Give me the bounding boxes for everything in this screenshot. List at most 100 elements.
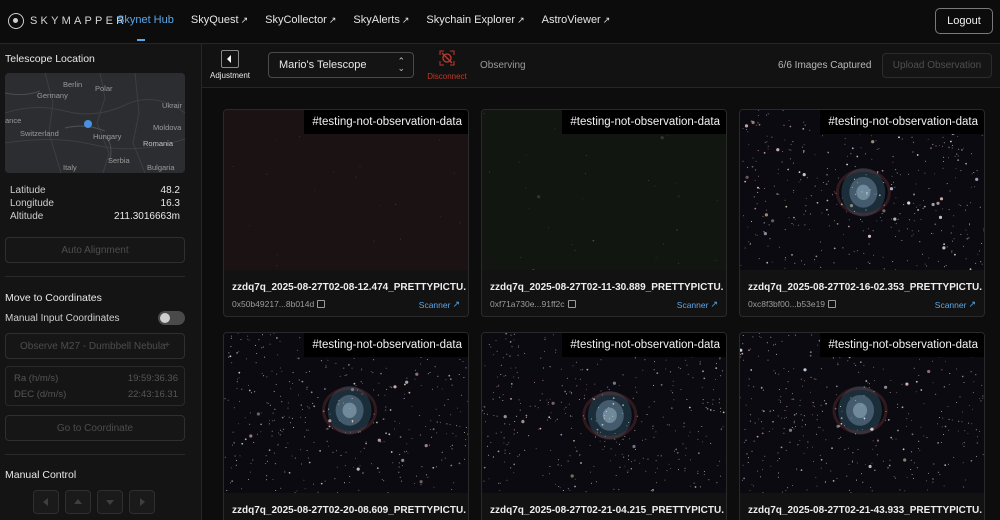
skymapper-logo[interactable]: SKYMAPPER	[8, 13, 127, 29]
observation-image[interactable]	[482, 110, 726, 270]
image-hash: 0xc8f3bf00...b53e19	[748, 299, 837, 309]
testing-tag: #testing-not-observation-data	[820, 110, 984, 134]
upload-observation-button[interactable]: Upload Observation	[882, 53, 992, 78]
image-card[interactable]: #testing-not-observation-data zzdq7q_202…	[739, 109, 985, 317]
scanner-link[interactable]: Scanner ↗	[419, 299, 460, 310]
control-bar: Adjustment Mario's Telescope ⌃ ⌄ Disconne…	[202, 44, 1000, 88]
move-down-button[interactable]	[97, 490, 123, 514]
disconnect-label: Disconnect	[427, 72, 467, 81]
observation-image[interactable]	[482, 333, 726, 493]
scanner-link[interactable]: Scanner ↗	[935, 299, 976, 310]
divider	[5, 454, 185, 455]
image-gallery: #testing-not-observation-data zzdq7q_202…	[202, 88, 1000, 520]
dec-value: 22:43:16.31	[127, 389, 178, 400]
manual-control-arrows	[33, 490, 155, 514]
arrow-left-icon	[43, 498, 48, 506]
ra-label: Ra (h/m/s)	[14, 373, 59, 384]
map-label: Switzerland	[20, 129, 59, 138]
observation-image[interactable]	[740, 333, 984, 493]
adjustment-icon	[221, 50, 239, 68]
testing-tag: #testing-not-observation-data	[304, 333, 468, 357]
copy-icon[interactable]	[567, 300, 576, 308]
manual-control-title: Manual Control	[5, 469, 77, 481]
image-filename: zzdq7q_2025-08-27T02-21-04.215_PRETTYPIC…	[490, 505, 724, 516]
image-card[interactable]: #testing-not-observation-data zzdq7q_202…	[481, 109, 727, 317]
image-card[interactable]: #testing-not-observation-data zzdq7q_202…	[481, 332, 727, 520]
altitude-label: Altitude	[10, 211, 44, 222]
image-card[interactable]: #testing-not-observation-data zzdq7q_202…	[223, 109, 469, 317]
nav-skyalerts[interactable]: SkyAlerts ↗	[353, 14, 409, 26]
images-captured-count: 6/6 Images Captured	[778, 60, 872, 71]
longitude-row: Longitude 16.3	[10, 198, 184, 209]
hash-text: 0xf71a730e...91ff2c	[490, 299, 565, 309]
nav-skycollector[interactable]: SkyCollector ↗	[265, 14, 336, 26]
map-label: ance	[5, 116, 22, 125]
longitude-label: Longitude	[10, 198, 54, 209]
observing-status: Observing	[480, 60, 526, 71]
copy-icon[interactable]	[317, 300, 326, 308]
dec-row: DEC (d/m/s) 22:43:16.31	[14, 389, 178, 400]
altitude-value: 211.3016663m	[114, 211, 180, 222]
ra-row: Ra (h/m/s) 19:59:36.36	[14, 373, 178, 384]
chevron-up-down-icon: ⌃ ⌄	[397, 56, 405, 73]
image-filename: zzdq7q_2025-08-27T02-16-02.353_PRETTYPIC…	[748, 282, 982, 293]
dec-label: DEC (d/m/s)	[14, 389, 67, 400]
move-left-button[interactable]	[33, 490, 59, 514]
go-to-coordinate-button[interactable]: Go to Coordinate	[5, 415, 185, 441]
scanner-label: Scanner	[934, 299, 967, 310]
divider	[5, 276, 185, 277]
copy-icon[interactable]	[828, 300, 837, 308]
plus-icon: +	[164, 340, 170, 351]
external-link-icon: ↗	[710, 299, 718, 309]
latitude-value: 48.2	[160, 185, 180, 196]
ra-dec-inputs[interactable]: Ra (h/m/s) 19:59:36.36 DEC (d/m/s) 22:43…	[5, 366, 185, 406]
map-label: Bulgaria	[147, 163, 175, 172]
disconnect-button[interactable]: Disconnect	[427, 50, 467, 81]
latitude-label: Latitude	[10, 185, 46, 196]
logout-button[interactable]: Logout	[935, 8, 993, 34]
testing-tag: #testing-not-observation-data	[562, 110, 726, 134]
testing-tag: #testing-not-observation-data	[304, 110, 468, 134]
logo-text: SKYMAPPER	[30, 15, 128, 27]
altitude-row: Altitude 211.3016663m	[10, 211, 184, 222]
latitude-row: Latitude 48.2	[10, 185, 184, 196]
telescope-location-title: Telescope Location	[5, 53, 95, 65]
external-link-icon: ↗	[401, 15, 410, 25]
image-filename: zzdq7q_2025-08-27T02-11-30.889_PRETTYPIC…	[490, 282, 724, 293]
map-label: Moldova	[153, 123, 182, 132]
map-label: Polar	[95, 84, 113, 93]
testing-tag: #testing-not-observation-data	[820, 333, 984, 357]
auto-alignment-button[interactable]: Auto Alignment	[5, 237, 185, 263]
disconnect-icon	[439, 50, 455, 66]
external-link-icon: ↗	[602, 15, 611, 25]
scanner-link[interactable]: Scanner ↗	[677, 299, 718, 310]
nav-skychain-explorer[interactable]: Skychain Explorer ↗	[426, 14, 524, 26]
manual-input-toggle[interactable]	[158, 311, 185, 325]
observe-target-button[interactable]: Observe M27 - Dumbbell Nebula +	[5, 333, 185, 359]
sidebar: Telescope Location Berlin Germany Polar …	[0, 44, 202, 520]
nav-skynet-hub[interactable]: Skynet Hub	[117, 14, 174, 41]
logo-icon	[8, 13, 24, 29]
arrow-right-icon	[140, 498, 145, 506]
observation-image[interactable]	[224, 333, 468, 493]
hash-text: 0x50b49217...8b014d	[232, 299, 315, 309]
hash-text: 0xc8f3bf00...b53e19	[748, 299, 826, 309]
map-label: Ukrair	[162, 101, 182, 110]
external-link-icon: ↗	[968, 299, 976, 309]
image-card[interactable]: #testing-not-observation-data zzdq7q_202…	[739, 332, 985, 520]
observation-image[interactable]	[224, 110, 468, 270]
scanner-label: Scanner	[676, 299, 709, 310]
image-card[interactable]: #testing-not-observation-data zzdq7q_202…	[223, 332, 469, 520]
move-up-button[interactable]	[65, 490, 91, 514]
observation-image[interactable]	[740, 110, 984, 270]
ra-value: 19:59:36.36	[127, 373, 178, 384]
manual-input-label: Manual Input Coordinates	[5, 313, 120, 324]
nav-astroviewer[interactable]: AstroViewer ↗	[542, 14, 611, 26]
adjustment-button[interactable]: Adjustment	[207, 50, 253, 80]
location-map[interactable]: Berlin Germany Polar Ukrair ance Switzer…	[5, 73, 185, 173]
top-nav: SKYMAPPER Skynet Hub SkyQuest ↗ SkyCollec…	[0, 0, 1000, 44]
move-right-button[interactable]	[129, 490, 155, 514]
nav-skyquest[interactable]: SkyQuest ↗	[191, 14, 248, 26]
image-hash: 0x50b49217...8b014d	[232, 299, 326, 309]
telescope-select[interactable]: Mario's Telescope ⌃ ⌄	[268, 52, 414, 78]
